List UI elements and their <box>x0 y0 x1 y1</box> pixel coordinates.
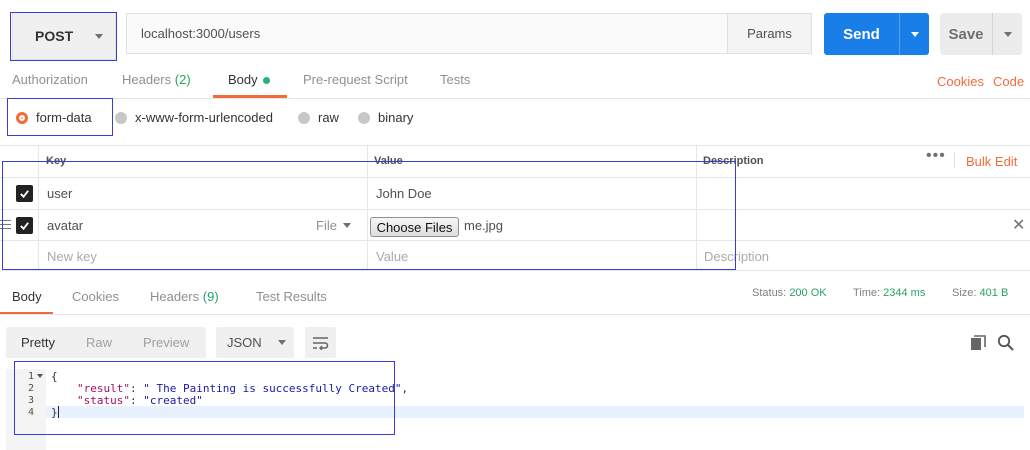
code-link[interactable]: Code <box>993 74 1024 89</box>
radio-label: raw <box>318 110 339 125</box>
tab-body[interactable]: Body <box>228 72 270 87</box>
copy-icon[interactable] <box>970 335 986 354</box>
tab-label: Body <box>228 72 258 87</box>
response-tab-headers[interactable]: Headers (9) <box>150 289 219 304</box>
response-tab-test-results[interactable]: Test Results <box>256 289 327 304</box>
annotation-box-form-data <box>7 98 113 136</box>
params-label: Params <box>747 26 792 41</box>
caret-down-icon <box>277 340 286 345</box>
tab-label: Pre-request Script <box>303 72 408 87</box>
tab-label: Headers <box>150 289 200 304</box>
tab-label: Headers <box>122 72 172 87</box>
save-options-button[interactable] <box>992 13 1022 55</box>
wrap-button[interactable] <box>305 327 336 358</box>
tab-label: Authorization <box>12 72 88 87</box>
radio-label: x-www-form-urlencoded <box>135 110 273 125</box>
tab-label: Body <box>12 289 42 304</box>
time-label: Time: <box>853 287 881 299</box>
radio-binary[interactable]: binary <box>358 110 413 125</box>
time-readout: Time: 2344 ms <box>853 287 925 299</box>
search-icon[interactable] <box>997 334 1014 354</box>
cookies-link[interactable]: Cookies <box>937 74 984 89</box>
status-readout: Status: 200 OK <box>752 287 827 299</box>
divider <box>0 314 1030 315</box>
row-border <box>0 270 1030 271</box>
tab-headers[interactable]: Headers (2) <box>122 72 191 87</box>
divider <box>954 152 955 168</box>
tab-pre-request-script[interactable]: Pre-request Script <box>303 72 408 87</box>
save-button[interactable]: Save <box>940 13 992 55</box>
send-label: Send <box>843 25 880 43</box>
radio-label: binary <box>378 110 414 125</box>
format-label: JSON <box>227 335 262 350</box>
view-mode-raw[interactable]: Raw <box>86 335 112 350</box>
tab-label: Test Results <box>256 289 327 304</box>
tab-label: Tests <box>440 72 471 87</box>
more-icon[interactable]: ••• <box>926 148 946 164</box>
close-icon[interactable]: ✕ <box>1012 215 1025 235</box>
annotation-box-response <box>14 361 395 435</box>
wrap-icon <box>312 336 328 350</box>
annotation-box-form-table <box>2 161 736 270</box>
headers-count: (9) <box>202 289 219 304</box>
table-top-border <box>0 145 1030 146</box>
size-label: Size: <box>952 287 977 299</box>
url-input[interactable]: localhost:3000/users <box>126 13 728 54</box>
status-value: 200 OK <box>789 287 827 299</box>
view-mode-preview[interactable]: Preview <box>143 335 189 350</box>
caret-down-icon <box>910 31 919 37</box>
radio-raw[interactable]: raw <box>298 110 339 125</box>
send-button[interactable]: Send <box>824 13 899 55</box>
params-button[interactable]: Params <box>727 13 812 54</box>
radio-icon <box>358 111 370 124</box>
tab-authorization[interactable]: Authorization <box>12 72 88 87</box>
response-tab-body[interactable]: Body <box>12 289 42 304</box>
radio-x-www-form-urlencoded[interactable]: x-www-form-urlencoded <box>115 110 273 125</box>
send-options-button[interactable] <box>899 13 929 55</box>
tab-tests[interactable]: Tests <box>440 72 470 87</box>
response-tab-cookies[interactable]: Cookies <box>72 289 119 304</box>
headers-count: (2) <box>174 72 191 87</box>
size-readout: Size: 401 B <box>952 287 1008 299</box>
view-mode-pretty[interactable]: Pretty <box>21 335 55 350</box>
save-label: Save <box>948 25 984 43</box>
caret-down-icon <box>1003 31 1012 37</box>
bulk-edit-link[interactable]: Bulk Edit <box>966 154 1017 169</box>
divider <box>0 98 1030 99</box>
time-value: 2344 ms <box>883 287 926 299</box>
annotation-box-method <box>10 12 117 61</box>
status-label: Status: <box>752 287 787 299</box>
tab-label: Cookies <box>72 289 119 304</box>
radio-icon <box>298 111 310 124</box>
url-text: localhost:3000/users <box>141 26 261 41</box>
active-dot-icon <box>262 77 270 85</box>
view-mode-group: Pretty Raw Preview <box>6 327 206 358</box>
format-select[interactable]: JSON <box>216 327 294 358</box>
postman-window: POST localhost:3000/users Params Send Sa… <box>0 0 1030 450</box>
size-value: 401 B <box>979 287 1009 299</box>
radio-icon <box>115 111 127 124</box>
